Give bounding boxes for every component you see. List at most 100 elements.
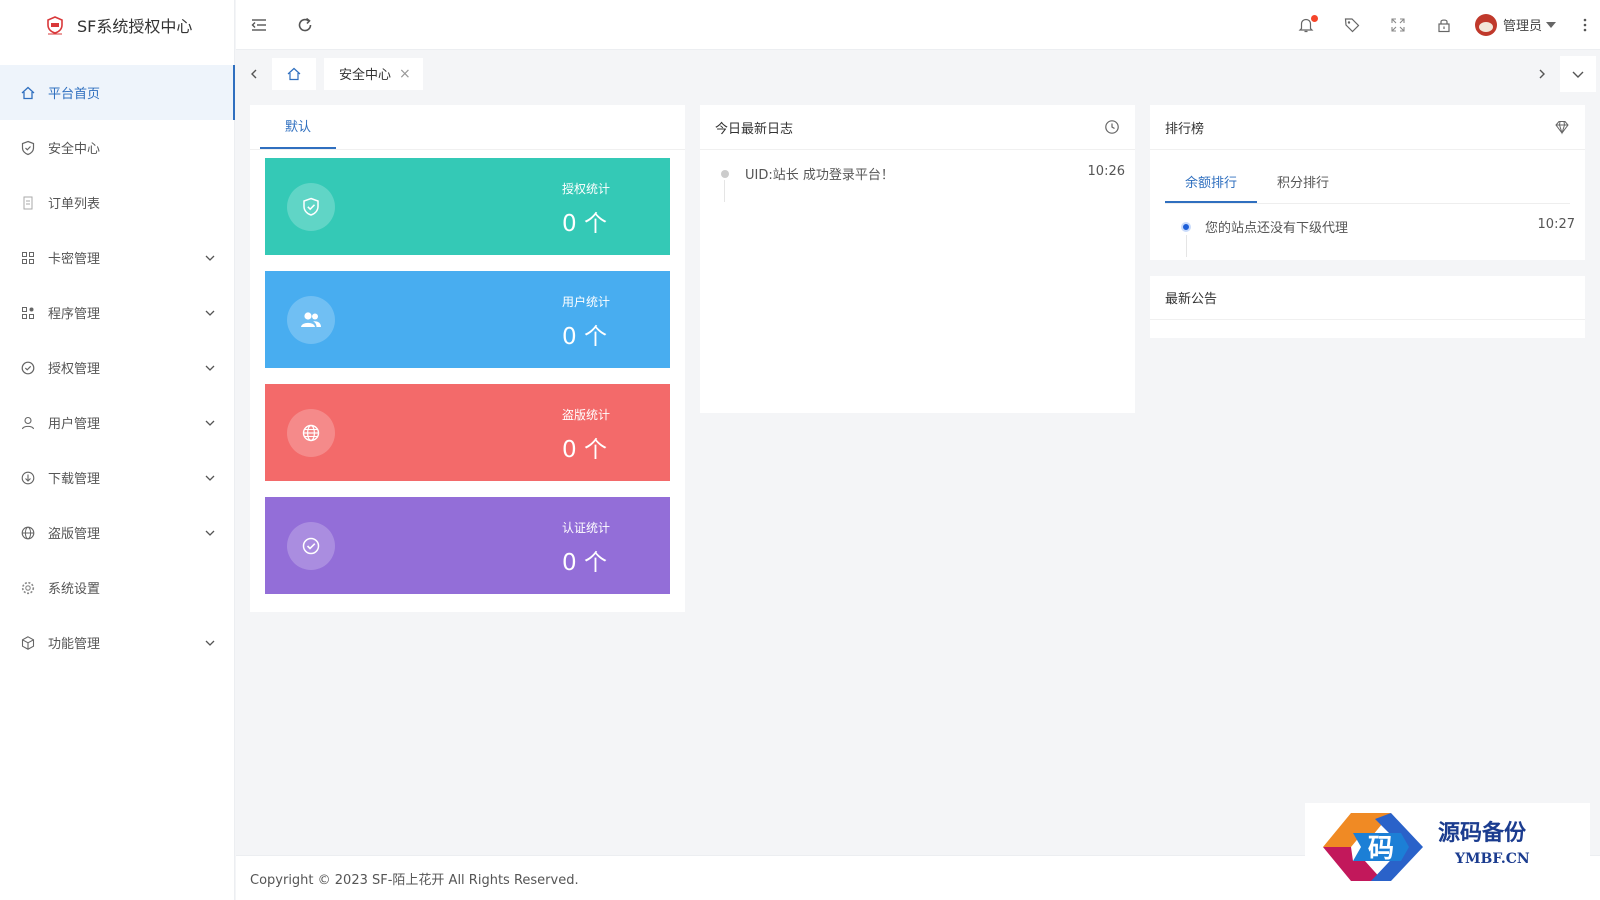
stat-icon-wrap xyxy=(287,409,335,457)
user-menu[interactable]: 管理员 xyxy=(1467,13,1570,36)
user-icon xyxy=(21,416,35,429)
stats-card: 默认 授权统计 0 个 用户统计 0 个 盗版统计 0 个 认证统计 0 个 xyxy=(250,105,685,612)
stat-value: 0 个 xyxy=(562,437,607,463)
card-title: 排行榜 xyxy=(1165,121,1205,137)
chevron-down-icon xyxy=(205,475,215,481)
sidebar-item-piracy[interactable]: 盗版管理 xyxy=(0,505,234,560)
logo-icon xyxy=(47,16,63,35)
diamond-icon xyxy=(1555,121,1569,135)
app-title: SF系统授权中心 xyxy=(77,17,193,36)
sidebar-item-home[interactable]: 平台首页 xyxy=(0,65,235,120)
tab-balance-ranking[interactable]: 余额排行 xyxy=(1165,160,1258,203)
tabs-dropdown-button[interactable] xyxy=(1560,55,1596,92)
notifications-button[interactable] xyxy=(1283,0,1329,50)
home-icon xyxy=(287,67,301,80)
check-circle-icon xyxy=(21,361,35,374)
tab-points-ranking[interactable]: 积分排行 xyxy=(1257,160,1349,203)
sidebar-item-orders[interactable]: 订单列表 xyxy=(0,175,234,230)
stat-piracy: 盗版统计 0 个 xyxy=(265,384,670,481)
tabs-scroll-right-button[interactable] xyxy=(1524,51,1560,96)
stat-label: 用户统计 xyxy=(562,295,611,309)
tabs-right-controls xyxy=(1524,51,1600,96)
ranking-item: 您的站点还没有下级代理 10:27 xyxy=(1150,204,1585,257)
ranking-card: 排行榜 余额排行 积分排行 您的站点还没有下级代理 10:27 xyxy=(1150,105,1585,260)
sidebar-item-label: 安全中心 xyxy=(48,142,101,157)
chevron-down-icon xyxy=(205,310,215,316)
stat-label: 认证统计 xyxy=(562,521,611,535)
sidebar-item-security[interactable]: 安全中心 xyxy=(0,120,234,175)
caret-down-icon xyxy=(1546,21,1556,28)
globe-icon xyxy=(302,424,320,442)
tags-button[interactable] xyxy=(1329,0,1375,50)
sidebar-item-features[interactable]: 功能管理 xyxy=(0,615,234,670)
card-title: 今日最新日志 xyxy=(715,121,794,137)
sidebar-item-users[interactable]: 用户管理 xyxy=(0,395,234,450)
check-circle-icon xyxy=(302,537,320,555)
sidebar-item-label: 订单列表 xyxy=(48,197,101,212)
lock-screen-button[interactable] xyxy=(1421,0,1467,50)
menu-fold-icon xyxy=(251,18,266,31)
users-icon xyxy=(301,312,321,327)
sidebar: SF系统授权中心 平台首页 安全中心 订单列表 卡密管理 程序管理 授权管理 用… xyxy=(0,0,235,900)
fullscreen-icon xyxy=(1391,17,1405,32)
sidebar-item-programs[interactable]: 程序管理 xyxy=(0,285,234,340)
gear-icon xyxy=(21,581,35,594)
ranking-tabs: 余额排行 积分排行 xyxy=(1165,160,1570,204)
sidebar-item-settings[interactable]: 系统设置 xyxy=(0,560,234,615)
chevron-left-icon xyxy=(251,69,257,78)
close-icon[interactable]: × xyxy=(399,66,411,82)
cube-icon xyxy=(21,635,35,650)
stat-value: 0 个 xyxy=(562,324,607,350)
stats-tabs: 默认 xyxy=(250,105,685,150)
stat-verify: 认证统计 0 个 xyxy=(265,497,670,594)
clock-icon xyxy=(1105,120,1119,134)
download-icon xyxy=(21,471,35,484)
fullscreen-button[interactable] xyxy=(1375,0,1421,50)
timeline-dot xyxy=(1181,222,1191,232)
tabs-scroll-left-button[interactable] xyxy=(236,51,272,96)
sidebar-item-downloads[interactable]: 下载管理 xyxy=(0,450,234,505)
watermark-logo: 码 源码备份 YMBF.CN xyxy=(1305,803,1590,888)
chevron-down-icon xyxy=(205,255,215,261)
sidebar-item-label: 程序管理 xyxy=(48,307,101,322)
user-name: 管理员 xyxy=(1502,19,1542,34)
log-text: UID:站长 成功登录平台！ xyxy=(745,168,894,183)
sidebar-item-label: 功能管理 xyxy=(48,637,101,652)
stat-icon-wrap xyxy=(287,296,335,344)
chevron-right-icon xyxy=(1539,69,1545,78)
stat-label: 盗版统计 xyxy=(562,408,611,422)
chevron-down-icon xyxy=(1572,71,1584,78)
sidebar-item-label: 系统设置 xyxy=(48,582,101,597)
today-log-card: 今日最新日志 UID:站长 成功登录平台！ 10:26 xyxy=(700,105,1135,413)
top-bar-actions: 管理员 xyxy=(1283,0,1600,50)
refresh-button[interactable] xyxy=(282,0,328,50)
stat-icon-wrap xyxy=(287,183,335,231)
stat-auth: 授权统计 0 个 xyxy=(265,158,670,255)
sidebar-item-label: 用户管理 xyxy=(48,417,101,432)
tab-home[interactable] xyxy=(272,57,316,90)
tag-icon xyxy=(1344,17,1360,32)
sidebar-item-auth[interactable]: 授权管理 xyxy=(0,340,234,395)
watermark-text: 源码备份 xyxy=(1438,820,1527,846)
sidebar-item-cards[interactable]: 卡密管理 xyxy=(0,230,234,285)
avatar xyxy=(1474,13,1497,36)
home-icon xyxy=(21,86,35,99)
more-options-button[interactable] xyxy=(1570,0,1600,50)
card-header: 排行榜 xyxy=(1150,105,1585,150)
announcement-card: 最新公告 xyxy=(1150,276,1585,338)
stat-icon-wrap xyxy=(287,522,335,570)
watermark-mark: 码 xyxy=(1368,834,1394,864)
chevron-down-icon xyxy=(205,530,215,536)
log-time: 10:26 xyxy=(1087,164,1125,179)
card-header: 最新公告 xyxy=(1150,276,1585,320)
tab-security-center[interactable]: 安全中心 × xyxy=(324,57,423,90)
tab-default[interactable]: 默认 xyxy=(260,116,337,149)
apps-icon xyxy=(22,306,34,319)
stat-value: 0 个 xyxy=(562,211,607,237)
logo[interactable]: SF系统授权中心 xyxy=(0,0,234,50)
copyright-text: Copyright © 2023 SF-陌上花开 All Rights Rese… xyxy=(250,872,579,888)
collapse-menu-button[interactable] xyxy=(236,0,282,50)
grid-icon xyxy=(22,251,34,264)
watermark-subtext: YMBF.CN xyxy=(1455,851,1530,867)
ranking-time: 10:27 xyxy=(1537,217,1575,232)
